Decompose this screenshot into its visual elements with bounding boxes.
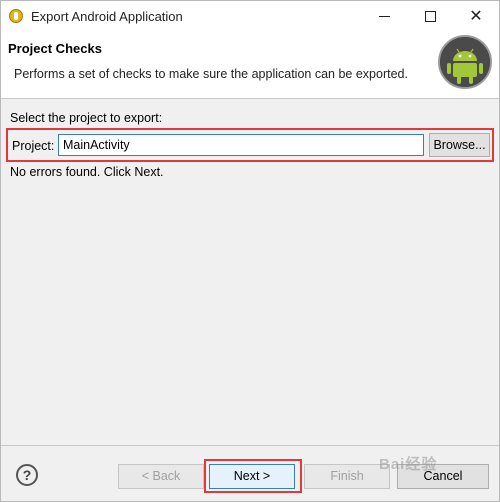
help-icon[interactable]: ?: [16, 464, 38, 486]
page-description: Performs a set of checks to make sure th…: [14, 67, 408, 81]
page-title: Project Checks: [8, 41, 102, 56]
title-bar: Export Android Application ✕: [1, 1, 499, 31]
maximize-button[interactable]: [407, 1, 453, 31]
minimize-button[interactable]: [361, 1, 407, 31]
wizard-header: Project Checks Performs a set of checks …: [1, 31, 499, 99]
browse-button[interactable]: Browse...: [429, 133, 490, 157]
project-row-highlight: Project: Browse...: [6, 128, 494, 162]
close-icon: ✕: [469, 8, 483, 25]
maximize-icon: [424, 10, 436, 22]
watermark: Bai经验: [379, 456, 438, 473]
export-dialog: Export Android Application ✕ Project Che…: [0, 0, 500, 502]
window-title: Export Android Application: [31, 9, 183, 24]
select-project-label: Select the project to export:: [10, 111, 163, 125]
next-button[interactable]: Next >: [209, 464, 295, 489]
finish-button[interactable]: Finish: [304, 464, 390, 489]
project-input[interactable]: [58, 134, 424, 156]
close-button[interactable]: ✕: [453, 1, 499, 31]
project-label: Project:: [12, 139, 55, 153]
status-message: No errors found. Click Next.: [10, 165, 164, 179]
android-logo-icon: [438, 35, 492, 89]
eclipse-icon: [9, 9, 23, 23]
back-button[interactable]: < Back: [118, 464, 204, 489]
footer-divider: [1, 445, 499, 446]
minimize-icon: [378, 15, 390, 17]
